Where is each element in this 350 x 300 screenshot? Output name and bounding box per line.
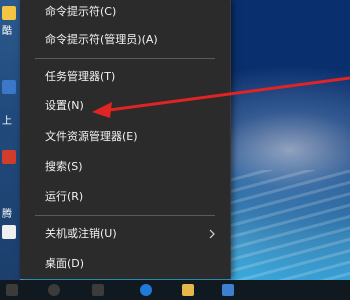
menu-item-label: 桌面(D) — [45, 257, 85, 270]
store-icon[interactable] — [222, 284, 234, 296]
menu-separator — [35, 215, 215, 216]
chevron-right-icon — [209, 229, 215, 239]
desktop-icon-label: 酷 — [2, 26, 12, 37]
winx-context-menu: 命令提示符(C) 命令提示符(管理员)(A) 任务管理器(T) 设置(N) 文件… — [20, 0, 231, 279]
menu-item-settings[interactable]: 设置(N) — [20, 95, 230, 117]
desktop-shortcut-icon[interactable] — [2, 6, 16, 20]
menu-item-search[interactable]: 搜索(S) — [20, 156, 230, 178]
desktop-shortcut-icon[interactable] — [2, 225, 16, 239]
menu-item-label: 任务管理器(T) — [45, 70, 116, 83]
menu-item-command-prompt-admin[interactable]: 命令提示符(管理员)(A) — [20, 29, 230, 51]
menu-item-desktop[interactable]: 桌面(D) — [20, 253, 230, 275]
desktop-shortcut-icon[interactable] — [2, 150, 16, 164]
menu-item-run[interactable]: 运行(R) — [20, 186, 230, 208]
menu-separator — [35, 58, 215, 59]
taskbar — [0, 280, 350, 300]
desktop-icon-strip: 酷 上 腾 — [0, 0, 20, 280]
search-icon[interactable] — [48, 284, 60, 296]
menu-item-label: 命令提示符(C) — [45, 5, 117, 18]
task-view-icon[interactable] — [92, 284, 104, 296]
menu-item-shutdown-signout[interactable]: 关机或注销(U) — [20, 223, 230, 245]
menu-item-task-manager[interactable]: 任务管理器(T) — [20, 66, 230, 88]
desktop-shortcut-icon[interactable] — [2, 80, 16, 94]
explorer-icon[interactable] — [182, 284, 194, 296]
desktop-icon-label: 上 — [2, 116, 12, 127]
menu-item-label: 运行(R) — [45, 190, 84, 203]
edge-icon[interactable] — [140, 284, 152, 296]
windows-icon[interactable] — [6, 284, 18, 296]
menu-item-label: 设置(N) — [45, 99, 84, 112]
menu-item-label: 搜索(S) — [45, 160, 83, 173]
menu-item-label: 关机或注销(U) — [45, 227, 117, 240]
wallpaper-water-texture — [220, 170, 350, 280]
menu-item-label: 文件资源管理器(E) — [45, 130, 138, 143]
menu-item-command-prompt[interactable]: 命令提示符(C) — [20, 1, 230, 23]
desktop-icon-label: 腾 — [2, 209, 12, 220]
menu-item-file-explorer[interactable]: 文件资源管理器(E) — [20, 126, 230, 148]
menu-item-label: 命令提示符(管理员)(A) — [45, 33, 158, 46]
